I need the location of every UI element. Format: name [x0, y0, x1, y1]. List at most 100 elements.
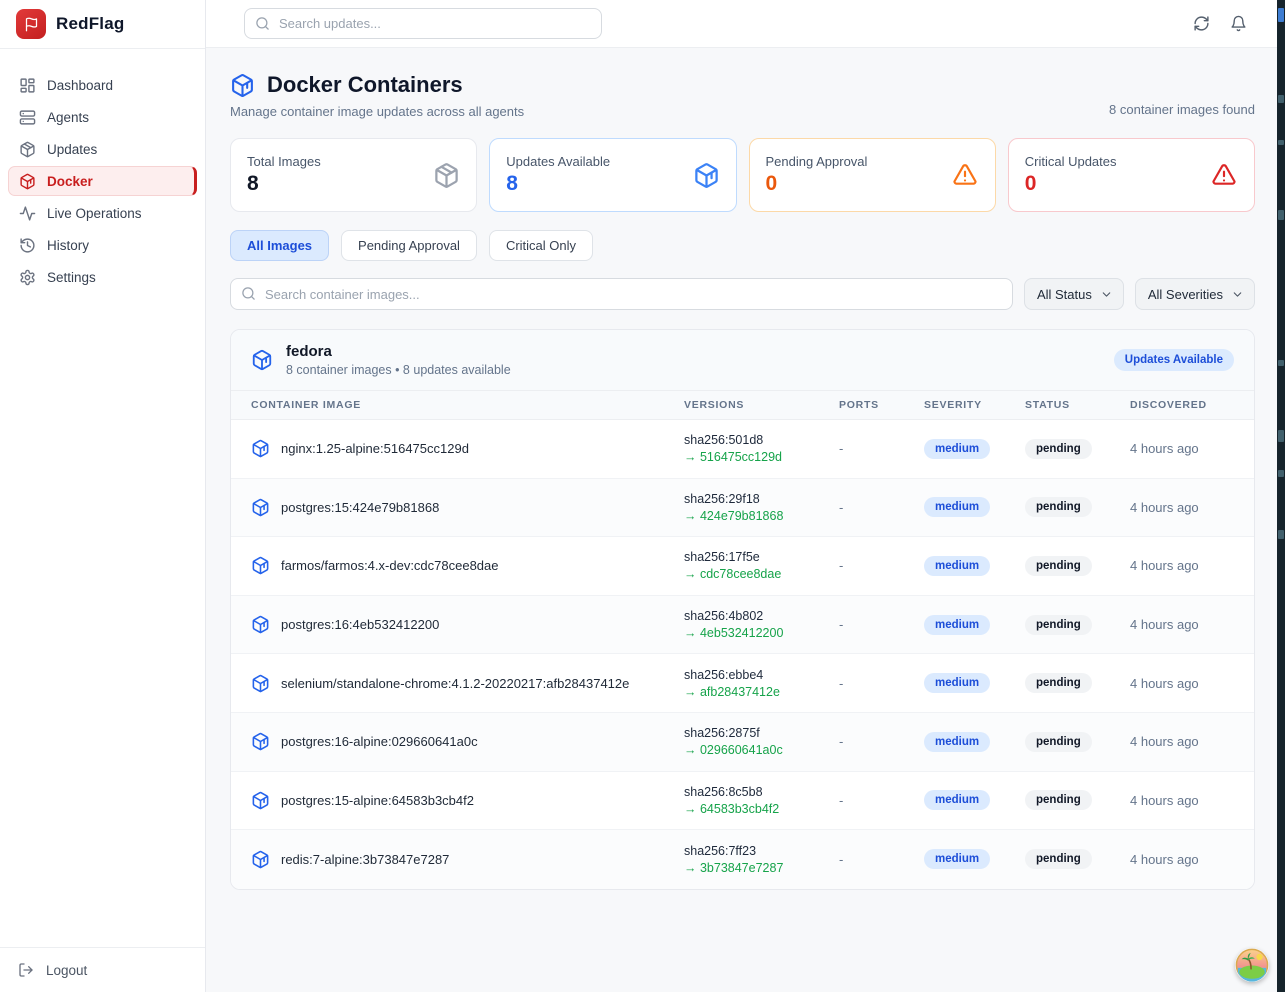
discovered-value: 4 hours ago [1130, 617, 1234, 632]
filter-critical-only[interactable]: Critical Only [489, 230, 593, 261]
version-new: → 64583b3cb4f2 [684, 802, 839, 816]
sidebar-item-label: Settings [47, 270, 96, 285]
image-search [230, 278, 1013, 310]
ports-value: - [839, 617, 924, 632]
table-row[interactable]: farmos/farmos:4.x-dev:cdc78cee8dae sha25… [231, 537, 1254, 596]
chevron-down-icon [1231, 288, 1244, 301]
topbar-actions [1193, 15, 1247, 32]
sidebar-item-docker[interactable]: Docker [8, 166, 197, 196]
status-filter-select[interactable]: All Status [1024, 278, 1124, 310]
ports-value: - [839, 441, 924, 456]
table-row[interactable]: postgres:15:424e79b81868 sha256:29f18→ 4… [231, 479, 1254, 538]
page-title: Docker Containers [267, 72, 463, 98]
status-filter-value: All Status [1037, 287, 1092, 302]
brand-name: RedFlag [56, 14, 124, 34]
sidebar-item-settings[interactable]: Settings [8, 262, 197, 292]
container-image-name: postgres:15:424e79b81868 [281, 500, 439, 515]
container-image-name: selenium/standalone-chrome:4.1.2-2022021… [281, 676, 629, 691]
brand-header: RedFlag [0, 0, 205, 49]
logout-button[interactable]: Logout [18, 962, 187, 978]
version-new: → afb28437412e [684, 685, 839, 699]
status-badge: pending [1025, 497, 1092, 517]
container-icon [251, 674, 270, 693]
stat-card-updates-available: Updates Available 8 [489, 138, 736, 212]
column-header: DISCOVERED [1130, 399, 1234, 411]
discovered-value: 4 hours ago [1130, 441, 1234, 456]
sidebar-item-history[interactable]: History [8, 230, 197, 260]
severity-badge: medium [924, 673, 990, 693]
search-icon [241, 286, 256, 301]
severity-badge: medium [924, 732, 990, 752]
bell-icon[interactable] [1230, 15, 1247, 32]
column-header: STATUS [1025, 399, 1130, 411]
sidebar-item-agents[interactable]: Agents [8, 102, 197, 132]
container-image-name: postgres:16-alpine:029660641a0c [281, 734, 478, 749]
island-extension-button[interactable] [1235, 948, 1269, 982]
ports-value: - [839, 558, 924, 573]
page-scrollbar[interactable] [1277, 0, 1285, 992]
sidebar-nav: Dashboard Agents Updates Docker Live Ope… [0, 49, 205, 947]
table-row[interactable]: postgres:16-alpine:029660641a0c sha256:2… [231, 713, 1254, 772]
version-current: sha256:ebbe4 [684, 668, 839, 682]
flag-icon [16, 9, 46, 39]
version-current: sha256:2875f [684, 726, 839, 740]
island-icon [1235, 948, 1269, 982]
filter-all-images[interactable]: All Images [230, 230, 329, 261]
filter-pending-approval[interactable]: Pending Approval [341, 230, 477, 261]
stat-cards: Total Images 8 Updates Available 8 Pendi… [230, 138, 1255, 212]
table-row[interactable]: nginx:1.25-alpine:516475cc129d sha256:50… [231, 420, 1254, 479]
logout-icon [18, 962, 34, 978]
table-row[interactable]: redis:7-alpine:3b73847e7287 sha256:7ff23… [231, 830, 1254, 889]
container-icon [251, 439, 270, 458]
severity-badge: medium [924, 439, 990, 459]
image-search-input[interactable] [230, 278, 1013, 310]
sidebar-item-label: Agents [47, 110, 89, 125]
container-image-name: redis:7-alpine:3b73847e7287 [281, 852, 449, 867]
severity-badge: medium [924, 790, 990, 810]
activity-icon [19, 205, 36, 222]
stat-label: Critical Updates [1025, 154, 1117, 169]
logout-label: Logout [46, 963, 87, 978]
sidebar-item-updates[interactable]: Updates [8, 134, 197, 164]
status-badge: pending [1025, 790, 1092, 810]
version-current: sha256:7ff23 [684, 844, 839, 858]
group-name: fedora [286, 343, 511, 360]
sidebar-item-label: Docker [47, 174, 93, 189]
ports-value: - [839, 676, 924, 691]
stat-card-total-images: Total Images 8 [230, 138, 477, 212]
stat-label: Total Images [247, 154, 321, 169]
table-row[interactable]: postgres:16:4eb532412200 sha256:4b802→ 4… [231, 596, 1254, 655]
sidebar-footer: Logout [0, 947, 205, 992]
sidebar-item-label: History [47, 238, 89, 253]
discovered-value: 4 hours ago [1130, 676, 1234, 691]
main-content: Docker Containers Manage container image… [206, 48, 1277, 992]
sidebar-item-live-operations[interactable]: Live Operations [8, 198, 197, 228]
group-meta: 8 container images • 8 updates available [286, 363, 511, 377]
global-search-input[interactable] [244, 8, 602, 39]
container-icon [251, 850, 270, 869]
sidebar-item-label: Dashboard [47, 78, 113, 93]
container-image-name: postgres:15-alpine:64583b3cb4f2 [281, 793, 474, 808]
severity-badge: medium [924, 615, 990, 635]
sidebar-item-dashboard[interactable]: Dashboard [8, 70, 197, 100]
severity-badge: medium [924, 497, 990, 517]
version-current: sha256:17f5e [684, 550, 839, 564]
box-icon [693, 162, 720, 189]
discovered-value: 4 hours ago [1130, 793, 1234, 808]
docker-box-icon [230, 73, 255, 98]
column-header: SEVERITY [924, 399, 1025, 411]
version-new: → 029660641a0c [684, 743, 839, 757]
history-icon [19, 237, 36, 254]
global-search [244, 8, 602, 39]
container-icon [251, 498, 270, 517]
version-current: sha256:501d8 [684, 433, 839, 447]
severity-filter-select[interactable]: All Severities [1135, 278, 1255, 310]
docker-box-icon [251, 349, 273, 371]
version-new: → 516475cc129d [684, 450, 839, 464]
status-badge: pending [1025, 849, 1092, 869]
table-row[interactable]: selenium/standalone-chrome:4.1.2-2022021… [231, 654, 1254, 713]
sidebar: RedFlag Dashboard Agents Updates Docker … [0, 0, 206, 992]
table-row[interactable]: postgres:15-alpine:64583b3cb4f2 sha256:8… [231, 772, 1254, 831]
container-icon [251, 556, 270, 575]
refresh-icon[interactable] [1193, 15, 1210, 32]
